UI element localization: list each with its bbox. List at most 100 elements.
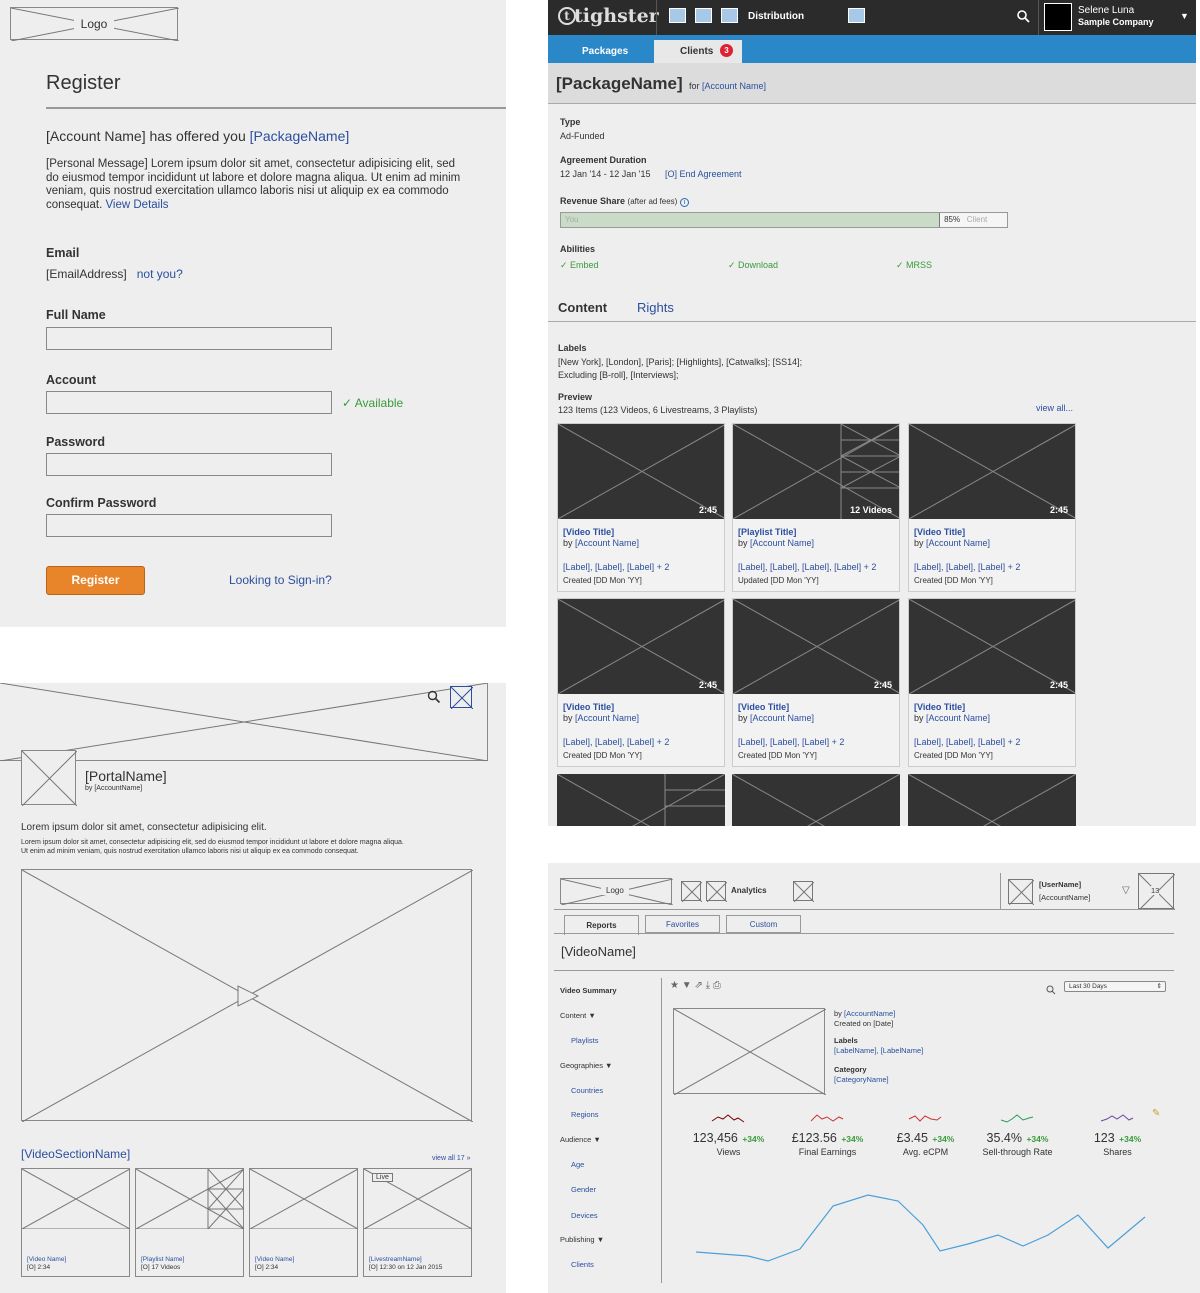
preview-card[interactable]: 2:45 [Video Title] by [Account Name] [La… bbox=[557, 423, 725, 592]
item-name[interactable]: [Video Name] bbox=[255, 1256, 294, 1263]
nav-icon[interactable] bbox=[681, 881, 702, 902]
account-link[interactable]: [AccountName] bbox=[844, 1009, 895, 1018]
user-menu-chevron-down-icon[interactable]: ▼ bbox=[1180, 11, 1189, 21]
account-link[interactable]: [Account Name] bbox=[702, 81, 766, 91]
view-all-link[interactable]: view all 17 » bbox=[432, 1155, 471, 1162]
preview-card[interactable]: 2:45 [Video Title] by [Account Name] [La… bbox=[732, 598, 900, 767]
tab-packages[interactable]: Packages bbox=[582, 46, 628, 57]
view-details-link[interactable]: View Details bbox=[105, 199, 168, 211]
portal-item[interactable]: [Playlist Name] [O] 17 Videos bbox=[135, 1168, 244, 1277]
not-you-link[interactable]: not you? bbox=[137, 267, 183, 281]
card-labels[interactable]: [Label], [Label], [Label] + 2 bbox=[914, 737, 1020, 747]
card-labels[interactable]: [Label], [Label], [Label] + 2 bbox=[563, 737, 669, 747]
download-icon[interactable]: ⤓ bbox=[706, 980, 710, 991]
tab-reports[interactable]: Reports bbox=[564, 915, 639, 935]
thumbnail[interactable]: 2:45 bbox=[909, 599, 1075, 694]
card-title[interactable]: [Video Title] bbox=[914, 702, 965, 712]
view-all-link[interactable]: view all... bbox=[1036, 403, 1073, 413]
sidebar-item-age[interactable]: Age bbox=[571, 1160, 584, 1169]
nav-distribution[interactable]: Distribution bbox=[748, 11, 804, 22]
card-title[interactable]: [Video Title] bbox=[563, 702, 614, 712]
card-title[interactable]: [Video Title] bbox=[914, 527, 965, 537]
card-title[interactable]: [Playlist Title] bbox=[738, 527, 796, 537]
package-link[interactable]: [PackageName] bbox=[250, 128, 350, 144]
sidebar-item-devices[interactable]: Devices bbox=[571, 1211, 598, 1220]
sidebar-item-clients[interactable]: Clients bbox=[571, 1260, 594, 1269]
tab-rights[interactable]: Rights bbox=[637, 300, 674, 315]
card-labels[interactable]: [Label], [Label], [Label] + 2 bbox=[738, 737, 844, 747]
full-name-input[interactable] bbox=[46, 327, 332, 350]
thumbnail-partial[interactable] bbox=[732, 774, 900, 826]
thumbnail[interactable]: 12 Videos bbox=[733, 424, 899, 519]
portal-item[interactable]: Live [LivestreamName] [O] 12:30 on 12 Ja… bbox=[363, 1168, 472, 1277]
print-icon[interactable]: ⎙ bbox=[713, 980, 721, 991]
portal-item[interactable]: [Video Name] [O] 2:34 bbox=[21, 1168, 130, 1277]
date-range-select[interactable]: Last 30 Days ⇕ bbox=[1064, 981, 1166, 992]
sidebar-item-geographies[interactable]: Geographies ▼ bbox=[560, 1061, 612, 1070]
tab-clients[interactable]: Clients 3 bbox=[654, 40, 742, 63]
filter-icon[interactable]: ▼ bbox=[682, 980, 692, 991]
sidebar-item-countries[interactable]: Countries bbox=[571, 1086, 603, 1095]
notifications-icon[interactable]: 13 bbox=[1138, 873, 1175, 910]
brand-logo[interactable]: t tighster bbox=[558, 5, 659, 27]
divider bbox=[46, 107, 506, 109]
favorite-star-icon[interactable]: ★ bbox=[670, 980, 679, 991]
nav-image-icon[interactable] bbox=[669, 8, 686, 23]
thumbnail[interactable]: 2:45 bbox=[558, 599, 724, 694]
nav-analytics[interactable]: Analytics bbox=[731, 886, 767, 895]
video-thumbnail[interactable] bbox=[673, 1008, 826, 1095]
nav-icon[interactable] bbox=[706, 881, 727, 902]
account-input[interactable] bbox=[46, 391, 332, 414]
preview-card[interactable]: 2:45 [Video Title] by [Account Name] [La… bbox=[557, 598, 725, 767]
section-name[interactable]: [VideoSectionName] bbox=[21, 1147, 130, 1161]
card-title[interactable]: [Video Title] bbox=[563, 527, 614, 537]
nav-image-icon[interactable] bbox=[695, 8, 712, 23]
sidebar-item-gender[interactable]: Gender bbox=[571, 1185, 596, 1194]
sidebar-item-content[interactable]: Content ▼ bbox=[560, 1011, 596, 1020]
avatar[interactable] bbox=[1044, 3, 1072, 31]
password-input[interactable] bbox=[46, 453, 332, 476]
sidebar-item-publishing[interactable]: Publishing ▼ bbox=[560, 1235, 604, 1244]
thumbnail-partial[interactable] bbox=[908, 774, 1076, 826]
nav-icon[interactable] bbox=[793, 881, 814, 902]
thumbnail[interactable]: 2:45 bbox=[909, 424, 1075, 519]
share-icon[interactable]: ⇗ bbox=[694, 980, 702, 991]
thumbnail[interactable]: 2:45 bbox=[733, 599, 899, 694]
labels-value[interactable]: [LabelName], [LabelName] bbox=[834, 1046, 923, 1056]
nav-image-icon[interactable] bbox=[721, 8, 738, 23]
sign-in-link[interactable]: Looking to Sign-in? bbox=[229, 573, 332, 587]
card-title[interactable]: [Video Title] bbox=[738, 702, 789, 712]
search-icon[interactable] bbox=[1046, 982, 1056, 1000]
avatar[interactable] bbox=[1008, 879, 1034, 905]
tab-favorites[interactable]: Favorites bbox=[645, 915, 720, 933]
sidebar-item-audience[interactable]: Audience ▼ bbox=[560, 1135, 601, 1144]
tab-custom[interactable]: Custom bbox=[726, 915, 801, 933]
nav-image-icon[interactable] bbox=[848, 8, 865, 23]
user-menu-chevron-down-icon[interactable]: ▽ bbox=[1122, 885, 1130, 896]
preview-card[interactable]: 12 Videos [Playlist Title] by [Account N… bbox=[732, 423, 900, 592]
thumbnail-partial[interactable] bbox=[557, 774, 725, 826]
item-name[interactable]: [Video Name] bbox=[27, 1256, 66, 1263]
item-name[interactable]: [Playlist Name] bbox=[141, 1256, 184, 1263]
search-icon[interactable] bbox=[427, 690, 441, 709]
thumbnail[interactable]: 2:45 bbox=[558, 424, 724, 519]
register-button[interactable]: Register bbox=[46, 566, 145, 595]
tab-content[interactable]: Content bbox=[558, 300, 607, 315]
menu-icon[interactable] bbox=[450, 686, 474, 710]
confirm-password-input[interactable] bbox=[46, 514, 332, 537]
category-value[interactable]: [CategoryName] bbox=[834, 1075, 923, 1085]
video-player[interactable] bbox=[21, 869, 473, 1122]
portal-item[interactable]: [Video Name] [O] 2:34 bbox=[249, 1168, 358, 1277]
item-name[interactable]: [LivestreamName] bbox=[369, 1256, 422, 1263]
search-icon[interactable] bbox=[1016, 9, 1030, 28]
end-agreement-link[interactable]: [O] End Agreement bbox=[665, 169, 742, 179]
card-labels[interactable]: [Label], [Label], [Label], [Label] + 2 bbox=[738, 562, 876, 572]
card-labels[interactable]: [Label], [Label], [Label] + 2 bbox=[914, 562, 1020, 572]
preview-card[interactable]: 2:45 [Video Title] by [Account Name] [La… bbox=[908, 423, 1076, 592]
sidebar-item-playlists[interactable]: Playlists bbox=[571, 1036, 599, 1045]
revenue-share-bar[interactable]: You 85% Client bbox=[560, 212, 1008, 228]
sidebar-item-video-summary[interactable]: Video Summary bbox=[560, 986, 617, 995]
sidebar-item-regions[interactable]: Regions bbox=[571, 1110, 599, 1119]
preview-card[interactable]: 2:45 [Video Title] by [Account Name] [La… bbox=[908, 598, 1076, 767]
card-labels[interactable]: [Label], [Label], [Label] + 2 bbox=[563, 562, 669, 572]
